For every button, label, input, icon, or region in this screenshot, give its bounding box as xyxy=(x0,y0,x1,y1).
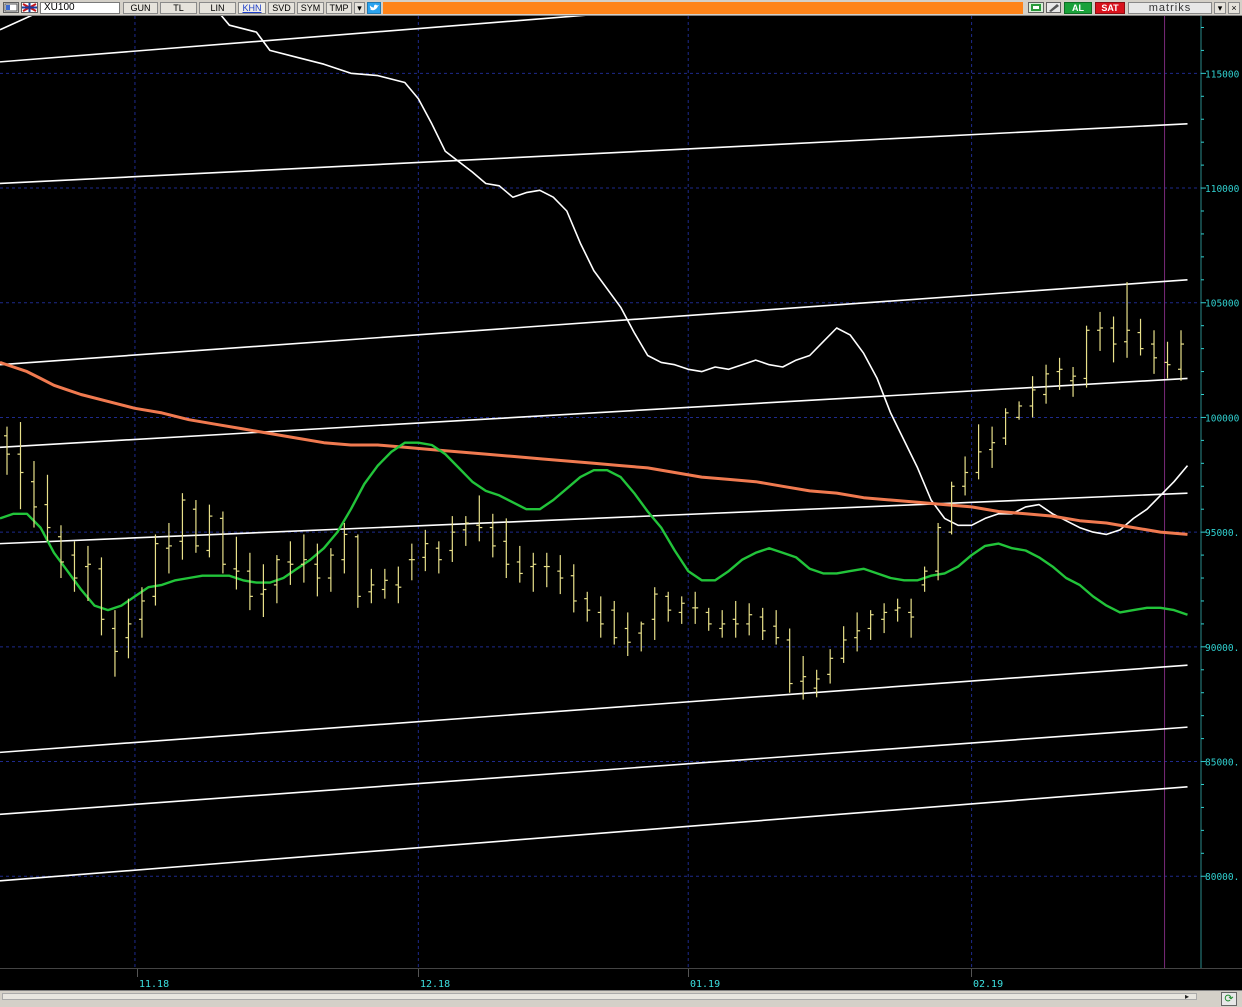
x-tick xyxy=(688,969,689,977)
refresh-icon[interactable]: ⟳ xyxy=(1221,992,1237,1006)
x-label-02-19: 02.19 xyxy=(973,979,1004,990)
edit-icon[interactable] xyxy=(1046,2,1061,13)
x-label-11-18: 11.18 xyxy=(139,979,170,990)
y-tick-label: 115000 xyxy=(1205,69,1240,80)
horizontal-scrollbar[interactable]: ▸ ⟳ xyxy=(0,990,1242,1007)
y-tick-label: 90000. xyxy=(1205,643,1239,654)
x-label-01-19: 01.19 xyxy=(690,979,721,990)
symbol-input[interactable]: XU100 xyxy=(40,2,120,14)
twitter-icon[interactable] xyxy=(367,2,381,14)
tmp-button[interactable]: TMP xyxy=(326,2,352,14)
dropdown-arrow-icon[interactable]: ▾ xyxy=(1214,2,1226,14)
dropdown-arrow-icon[interactable]: ▾ xyxy=(354,2,365,14)
close-icon[interactable]: × xyxy=(1228,2,1240,14)
y-tick-label: 80000. xyxy=(1205,872,1239,883)
khn-button[interactable]: KHN xyxy=(238,2,266,14)
y-tick-label: 85000. xyxy=(1205,758,1239,769)
y-tick-label: 100000 xyxy=(1205,413,1240,424)
scale-lin-button[interactable]: LIN xyxy=(199,2,236,14)
x-tick xyxy=(418,969,419,977)
scroll-track[interactable] xyxy=(2,993,1197,1000)
currency-tl-button[interactable]: TL xyxy=(160,2,197,14)
buy-button[interactable]: AL xyxy=(1064,2,1092,14)
svd-button[interactable]: SVD xyxy=(268,2,295,14)
brand-logo: matriks xyxy=(1128,2,1212,14)
scroll-right-icon[interactable]: ▸ xyxy=(1185,992,1189,1001)
x-label-12-18: 12.18 xyxy=(420,979,451,990)
flag-icon[interactable] xyxy=(21,2,38,13)
x-tick xyxy=(137,969,138,977)
chart-settings-icon[interactable] xyxy=(3,2,19,13)
price-chart[interactable]: 80000. 85000. 90000. 95000. 100000 105000 1100… xyxy=(0,16,1242,968)
x-tick xyxy=(971,969,972,977)
y-tick-label: 110000 xyxy=(1205,184,1240,195)
y-tick-label: 95000. xyxy=(1205,528,1239,539)
status-bar xyxy=(383,2,1023,14)
pin-icon[interactable] xyxy=(1028,2,1044,13)
sell-button[interactable]: SAT xyxy=(1095,2,1125,14)
chart-toolbar: XU100 GUN TL LIN KHN SVD SYM TMP ▾ AL SA… xyxy=(0,0,1242,16)
y-tick-label: 105000 xyxy=(1205,299,1240,310)
period-gun-button[interactable]: GUN xyxy=(123,2,158,14)
x-axis: 11.18 12.18 01.19 02.19 xyxy=(0,968,1242,990)
sym-button[interactable]: SYM xyxy=(297,2,324,14)
